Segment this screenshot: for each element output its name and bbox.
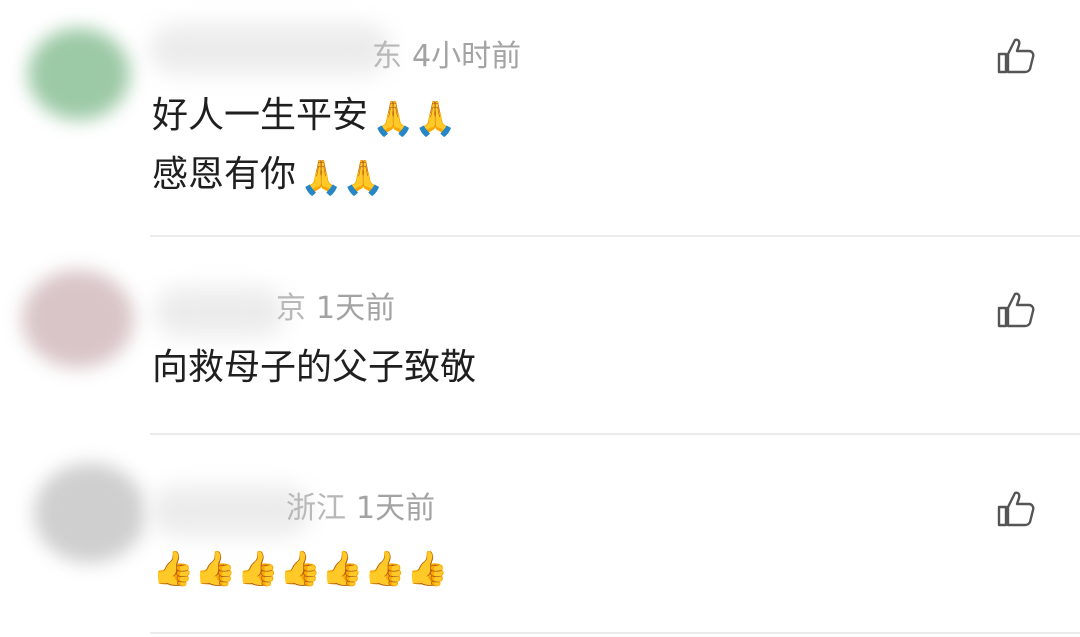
username-redacted (155, 287, 285, 337)
comment-text: 向救母子的父子致敬 (152, 347, 477, 388)
comment-location: 京 (276, 291, 306, 326)
comment-location: 东 (372, 39, 402, 74)
divider (150, 632, 1080, 634)
like-button[interactable] (996, 36, 1036, 76)
comment-text: 好人一生平安 (152, 95, 369, 136)
comment-line: 好人一生平安 🙏🙏 (152, 88, 457, 147)
pray-emoji: 🙏🙏 (372, 99, 457, 139)
comment-body: 👍👍👍👍👍👍👍 (152, 538, 448, 597)
pray-emoji: 🙏🙏 (300, 158, 385, 198)
like-button[interactable] (996, 290, 1036, 330)
comment-line: 感恩有你 🙏🙏 (152, 147, 457, 206)
comment-body: 向救母子的父子致敬 (152, 340, 476, 396)
comment-body: 好人一生平安 🙏🙏 感恩有你 🙏🙏 (152, 88, 457, 206)
comment-time: 1天前 (316, 291, 396, 326)
avatar[interactable] (22, 270, 134, 368)
avatar[interactable] (28, 28, 130, 120)
comment-time: 1天前 (356, 491, 436, 526)
username-redacted (150, 24, 390, 74)
comment-meta: 京 1天前 (276, 292, 395, 326)
comment-line: 向救母子的父子致敬 (152, 340, 476, 396)
comment-text: 感恩有你 (152, 154, 297, 195)
thumbs-up-icon (997, 38, 1035, 74)
comment-meta: 浙江 1天前 (286, 492, 435, 526)
thumbs-up-icon (997, 292, 1035, 328)
thumbs-up-icon (997, 491, 1035, 527)
thumbs-up-emoji: 👍👍👍👍👍👍👍 (152, 549, 449, 589)
comment-feed: 东 4小时前 好人一生平安 🙏🙏 感恩有你 🙏🙏 京 1天前 向救母子的父子致敬 浙江 1… (0, 0, 1080, 637)
avatar[interactable] (34, 463, 146, 563)
divider (150, 235, 1080, 237)
comment-time: 4小时前 (412, 39, 522, 74)
comment-line: 👍👍👍👍👍👍👍 (152, 538, 448, 597)
divider (150, 433, 1080, 435)
like-button[interactable] (996, 489, 1036, 529)
comment-meta: 东 4小时前 (372, 40, 521, 74)
comment-location: 浙江 (286, 491, 346, 526)
